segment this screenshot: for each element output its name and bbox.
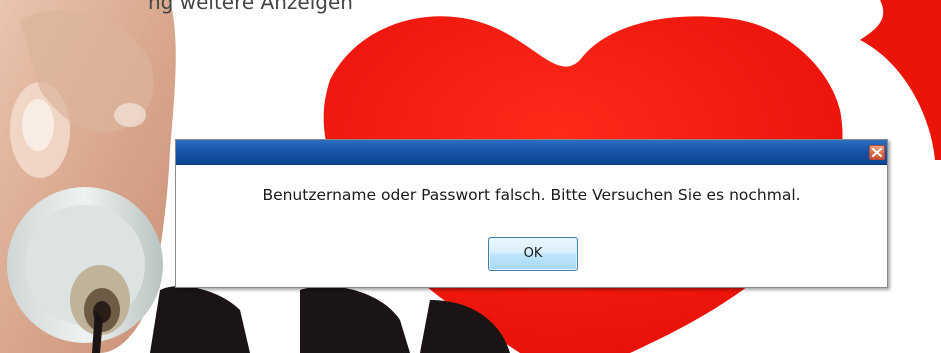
screen: ng weitere Anzeigen Benutzername oder Pa… xyxy=(0,0,941,353)
close-button[interactable] xyxy=(869,145,885,160)
error-dialog: Benutzername oder Passwort falsch. Bitte… xyxy=(175,139,888,288)
background-ad-text: ng weitere Anzeigen xyxy=(148,0,353,14)
ok-button[interactable]: OK xyxy=(488,237,578,271)
dialog-message: Benutzername oder Passwort falsch. Bitte… xyxy=(262,186,801,204)
dialog-titlebar xyxy=(176,140,887,165)
close-icon xyxy=(872,148,882,157)
